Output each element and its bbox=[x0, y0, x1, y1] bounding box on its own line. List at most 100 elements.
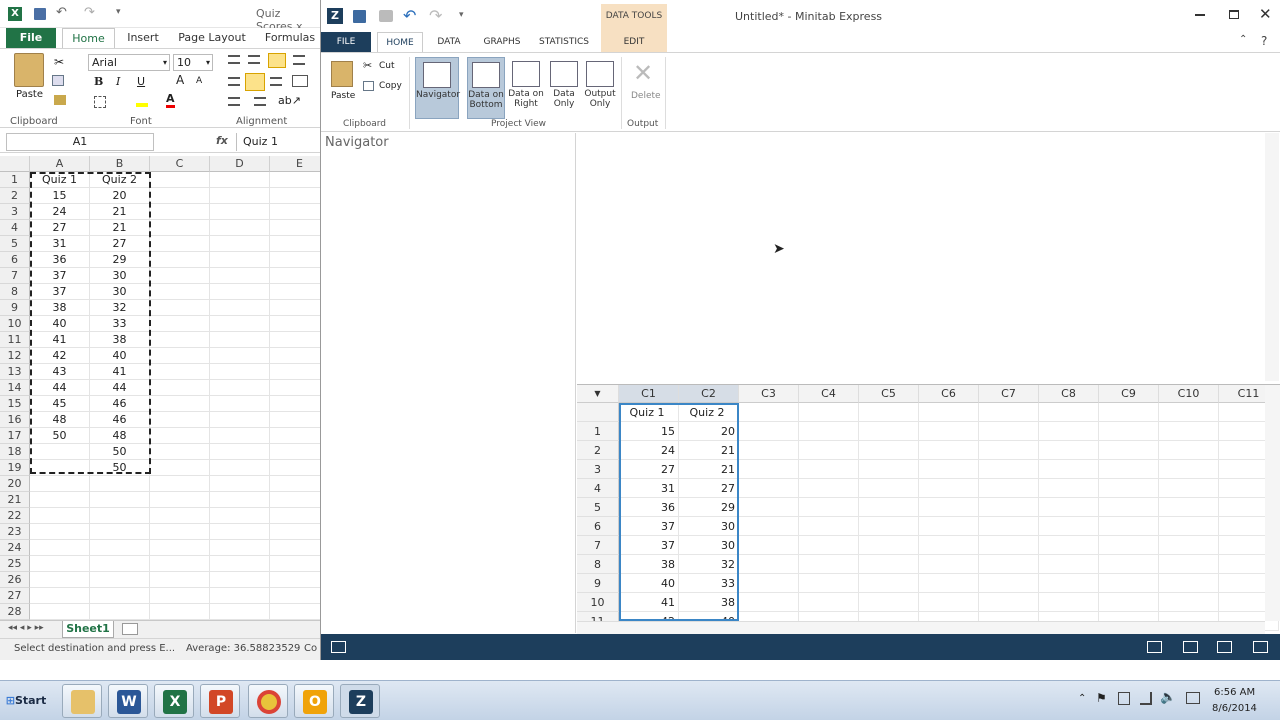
tab-file[interactable]: FILE bbox=[321, 32, 371, 52]
cell[interactable] bbox=[30, 540, 90, 556]
cell[interactable] bbox=[150, 588, 210, 604]
merge-icon[interactable] bbox=[292, 75, 308, 87]
cell[interactable] bbox=[150, 476, 210, 492]
increase-indent-icon[interactable] bbox=[254, 97, 266, 106]
tab-insert[interactable]: Insert bbox=[120, 28, 166, 48]
tab-home[interactable]: Home bbox=[62, 28, 115, 48]
cell[interactable] bbox=[150, 492, 210, 508]
worksheet-cell[interactable] bbox=[1039, 498, 1099, 517]
view-data-only-button[interactable]: Data Only bbox=[545, 57, 583, 119]
worksheet-cell[interactable]: 37 bbox=[619, 536, 679, 555]
cell[interactable] bbox=[150, 300, 210, 316]
format-painter-icon[interactable] bbox=[54, 95, 66, 105]
worksheet-column-c5[interactable]: C5 bbox=[859, 385, 919, 403]
start-button[interactable]: ⊞Start bbox=[2, 685, 50, 717]
output-scrollbar[interactable] bbox=[1265, 133, 1279, 381]
row-header[interactable]: 15 bbox=[0, 396, 30, 412]
worksheet-cell[interactable] bbox=[919, 574, 979, 593]
column-name-cell[interactable] bbox=[979, 403, 1039, 422]
tab-file[interactable]: File bbox=[6, 28, 56, 48]
cell[interactable] bbox=[150, 524, 210, 540]
fx-icon[interactable]: fx bbox=[216, 134, 228, 147]
row-header[interactable]: 13 bbox=[0, 364, 30, 380]
cell[interactable] bbox=[270, 220, 320, 236]
worksheet-cell[interactable] bbox=[919, 479, 979, 498]
view-data-bottom-button[interactable]: Data on Bottom bbox=[467, 57, 505, 119]
worksheet-cell[interactable] bbox=[799, 460, 859, 479]
cell[interactable] bbox=[210, 284, 270, 300]
cell[interactable] bbox=[270, 508, 320, 524]
worksheet-cell[interactable]: 37 bbox=[619, 517, 679, 536]
worksheet-h-scrollbar[interactable] bbox=[577, 621, 1265, 635]
worksheet-column-c7[interactable]: C7 bbox=[979, 385, 1039, 403]
worksheet-cell[interactable] bbox=[1099, 498, 1159, 517]
cell[interactable] bbox=[210, 604, 270, 620]
worksheet-cell[interactable] bbox=[1099, 422, 1159, 441]
row-header[interactable]: 19 bbox=[0, 460, 30, 476]
worksheet-column-c2[interactable]: C2 bbox=[679, 385, 739, 403]
worksheet-cell[interactable] bbox=[739, 593, 799, 612]
worksheet-cell[interactable] bbox=[1099, 441, 1159, 460]
worksheet-cell[interactable]: 32 bbox=[679, 555, 739, 574]
worksheet-cell[interactable] bbox=[979, 555, 1039, 574]
worksheet-cell[interactable]: 40 bbox=[619, 574, 679, 593]
worksheet-cell[interactable]: 31 bbox=[619, 479, 679, 498]
align-center-icon[interactable] bbox=[245, 73, 265, 91]
tab-formulas[interactable]: Formulas bbox=[262, 28, 318, 48]
row-header[interactable]: 14 bbox=[0, 380, 30, 396]
worksheet-cell[interactable] bbox=[919, 593, 979, 612]
column-name-cell[interactable] bbox=[859, 403, 919, 422]
row-header[interactable]: 11 bbox=[0, 332, 30, 348]
maximize-button[interactable] bbox=[1229, 10, 1239, 19]
worksheet-cell[interactable] bbox=[859, 441, 919, 460]
worksheet-cell[interactable] bbox=[799, 593, 859, 612]
column-header-e[interactable]: E bbox=[270, 156, 320, 172]
paste-icon[interactable] bbox=[14, 53, 44, 87]
column-name-cell[interactable] bbox=[1159, 403, 1219, 422]
worksheet-cell[interactable] bbox=[1099, 479, 1159, 498]
cell[interactable] bbox=[270, 492, 320, 508]
worksheet-cell[interactable] bbox=[1099, 460, 1159, 479]
cell[interactable] bbox=[150, 556, 210, 572]
cell[interactable] bbox=[30, 588, 90, 604]
column-name-cell[interactable] bbox=[799, 403, 859, 422]
network-icon[interactable] bbox=[1140, 692, 1152, 705]
wrap-text-icon[interactable] bbox=[293, 55, 305, 65]
worksheet-cell[interactable] bbox=[799, 422, 859, 441]
cell[interactable] bbox=[30, 556, 90, 572]
cell[interactable] bbox=[90, 572, 150, 588]
row-header[interactable]: 21 bbox=[0, 492, 30, 508]
cell[interactable] bbox=[270, 284, 320, 300]
cell[interactable] bbox=[270, 396, 320, 412]
worksheet-cell[interactable] bbox=[919, 517, 979, 536]
cell[interactable] bbox=[270, 252, 320, 268]
worksheet-cell[interactable] bbox=[1039, 574, 1099, 593]
row-header[interactable]: 5 bbox=[0, 236, 30, 252]
cell[interactable] bbox=[210, 348, 270, 364]
taskbar-minitab[interactable]: Z bbox=[340, 684, 380, 718]
worksheet-cell[interactable] bbox=[1039, 441, 1099, 460]
worksheet-row-header[interactable]: 5 bbox=[577, 498, 619, 517]
worksheet-cell[interactable] bbox=[739, 555, 799, 574]
save-icon[interactable] bbox=[34, 8, 46, 20]
cell[interactable] bbox=[210, 252, 270, 268]
worksheet-cell[interactable] bbox=[859, 460, 919, 479]
cell[interactable] bbox=[90, 492, 150, 508]
worksheet-cell[interactable] bbox=[1159, 574, 1219, 593]
worksheet-cell[interactable] bbox=[859, 479, 919, 498]
font-size-select[interactable]: 10 ▾ bbox=[173, 54, 213, 71]
cell[interactable] bbox=[210, 268, 270, 284]
worksheet-cell[interactable] bbox=[979, 593, 1039, 612]
row-header[interactable]: 26 bbox=[0, 572, 30, 588]
column-name-cell[interactable] bbox=[919, 403, 979, 422]
paste-button[interactable]: Paste bbox=[16, 89, 43, 100]
layout-right-icon[interactable] bbox=[1183, 641, 1198, 653]
help-icon[interactable]: ? bbox=[1261, 34, 1267, 48]
align-left-icon[interactable] bbox=[228, 77, 240, 86]
cell[interactable] bbox=[30, 492, 90, 508]
cell[interactable] bbox=[210, 540, 270, 556]
worksheet-cell[interactable]: 30 bbox=[679, 517, 739, 536]
row-header[interactable]: 25 bbox=[0, 556, 30, 572]
worksheet-cell[interactable]: 36 bbox=[619, 498, 679, 517]
align-middle-icon[interactable] bbox=[248, 55, 260, 64]
